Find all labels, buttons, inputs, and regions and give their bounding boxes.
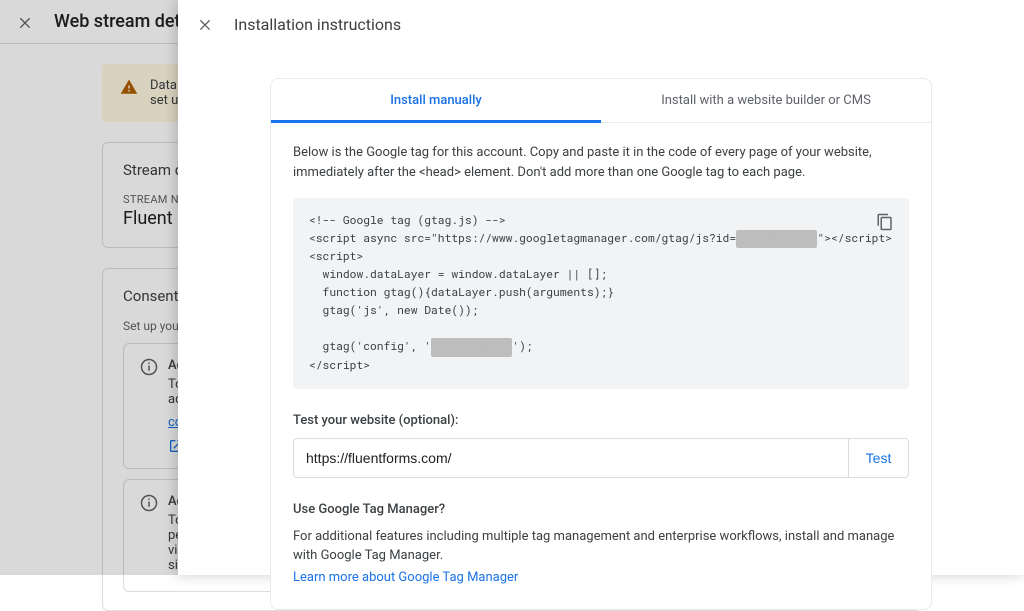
- code-l4: window.dataLayer = window.dataLayer || […: [309, 267, 607, 282]
- code-l8b: ');: [512, 339, 532, 354]
- gtm-learn-more-link[interactable]: Learn more about Google Tag Manager: [293, 570, 909, 585]
- code-l1: <!-- Google tag (gtag.js) -->: [309, 213, 506, 228]
- tab-install-cms[interactable]: Install with a website builder or CMS: [601, 79, 931, 122]
- intro-text: Below is the Google tag for this account…: [293, 143, 909, 182]
- test-website-row: Test: [293, 438, 909, 478]
- instructions-panel: Install manually Install with a website …: [270, 78, 932, 610]
- test-url-input[interactable]: [294, 439, 848, 477]
- tabs: Install manually Install with a website …: [271, 79, 931, 123]
- close-icon[interactable]: [196, 15, 214, 33]
- redacted-id: G-XXXXXXXXXX: [736, 230, 817, 248]
- installation-modal: Installation instructions Install manual…: [178, 0, 1024, 575]
- code-l5: function gtag(){dataLayer.push(arguments…: [309, 285, 614, 300]
- copy-icon[interactable]: [871, 208, 899, 236]
- code-l6: gtag('js', new Date());: [309, 303, 478, 318]
- code-l3: <script>: [309, 249, 363, 264]
- code-l8a: gtag('config', ': [309, 339, 431, 354]
- modal-header: Installation instructions: [178, 0, 1024, 48]
- modal-title: Installation instructions: [234, 15, 401, 34]
- tab-install-manually[interactable]: Install manually: [271, 79, 601, 122]
- gtm-heading: Use Google Tag Manager?: [293, 502, 909, 517]
- code-l9: </script>: [309, 358, 370, 373]
- redacted-id: G-XXXXXXXXXX: [431, 338, 512, 356]
- code-snippet[interactable]: <!-- Google tag (gtag.js) --> <script as…: [293, 198, 909, 389]
- gtm-body: For additional features including multip…: [293, 527, 909, 566]
- code-l2a: <script async src="https://www.googletag…: [309, 231, 736, 246]
- test-heading: Test your website (optional):: [293, 413, 909, 428]
- test-button[interactable]: Test: [848, 439, 908, 477]
